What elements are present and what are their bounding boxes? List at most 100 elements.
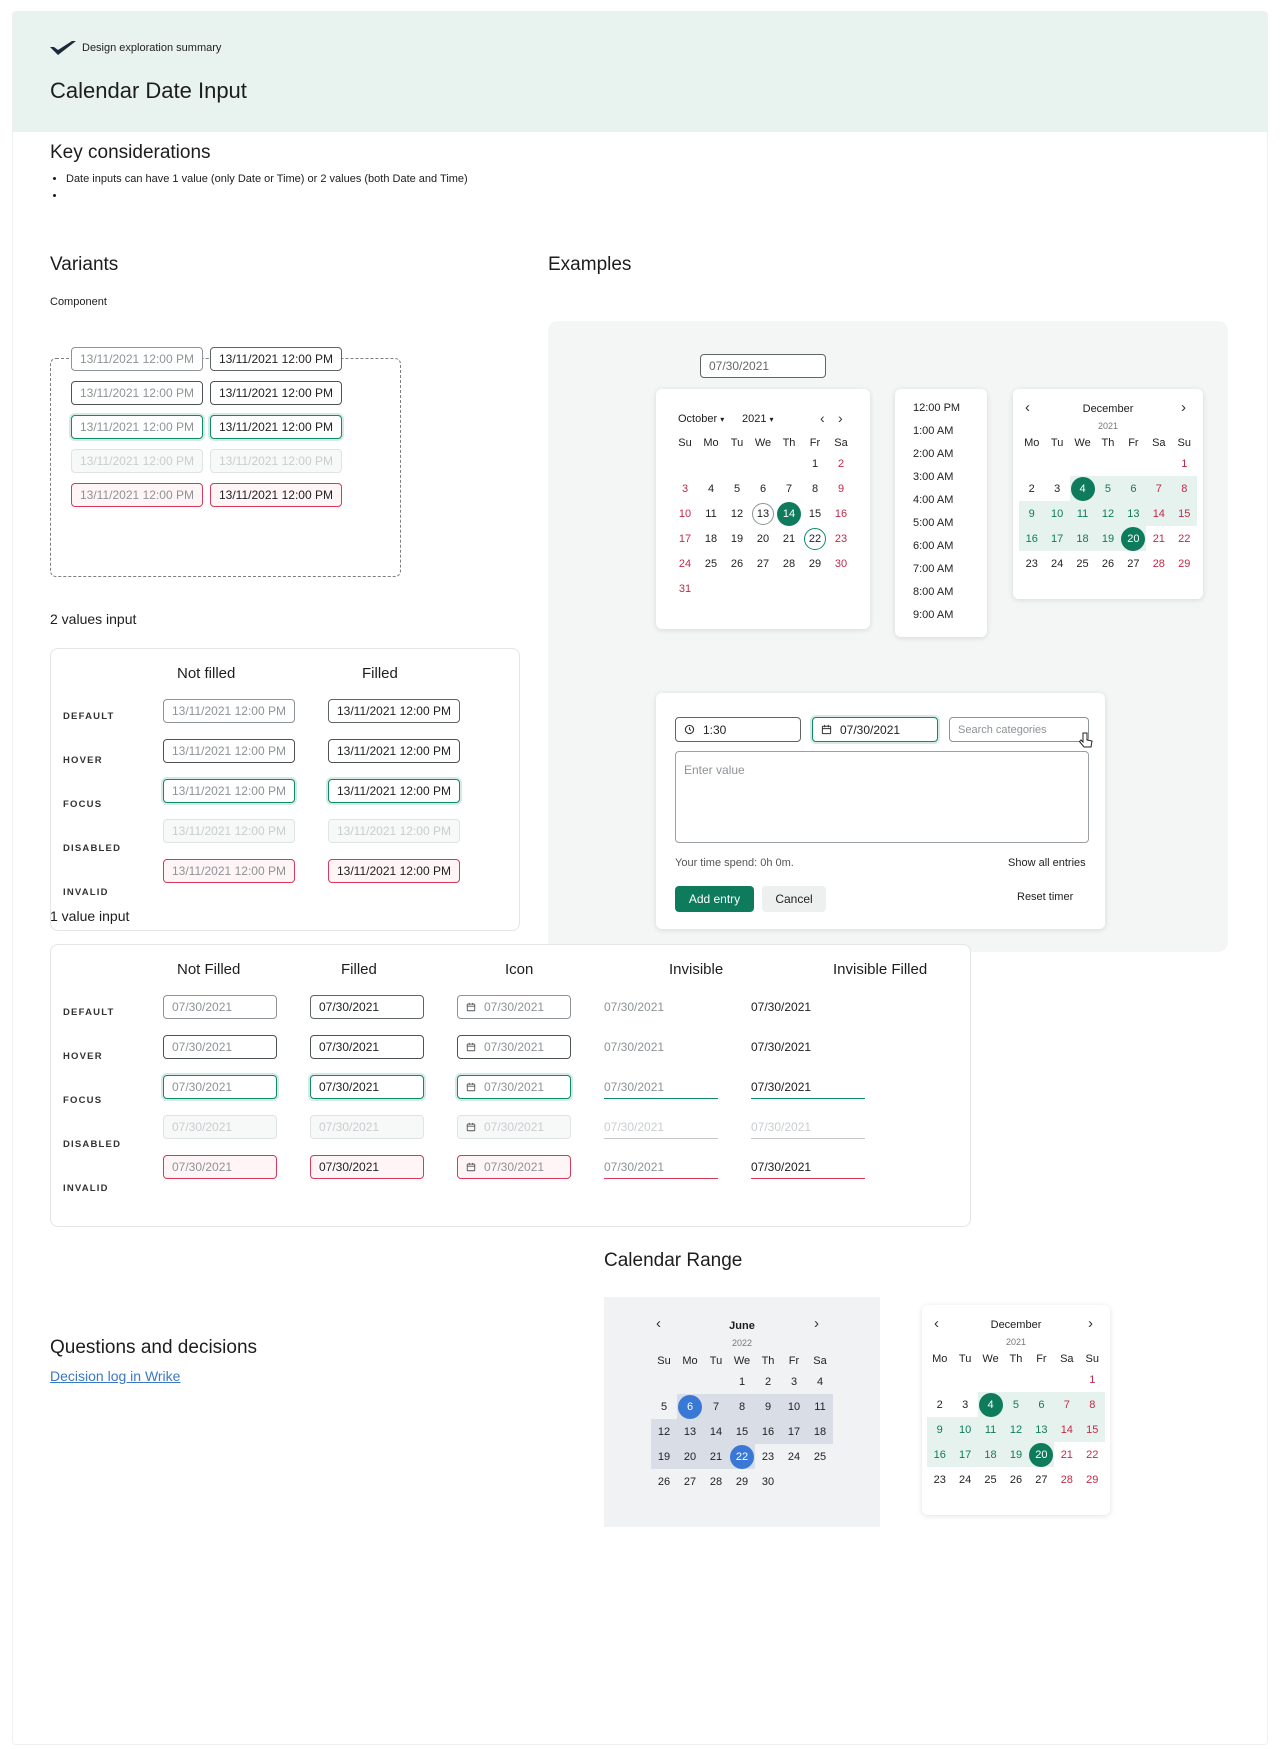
day-cell[interactable]: 16: [828, 501, 854, 526]
day-cell[interactable]: 2: [755, 1369, 781, 1394]
date-time-input[interactable]: 13/11/2021 12:00 PM: [163, 779, 295, 803]
date-input-with-icon[interactable]: 07/30/2021: [457, 1155, 571, 1179]
day-cell[interactable]: 6: [750, 476, 776, 501]
day-cell[interactable]: 17: [1044, 526, 1070, 551]
day-cell[interactable]: 23: [927, 1467, 952, 1492]
date-input[interactable]: 07/30/2021: [163, 995, 277, 1019]
day-cell[interactable]: 9: [828, 476, 854, 501]
day-cell[interactable]: 8: [1171, 476, 1197, 501]
day-cell[interactable]: 1: [729, 1369, 755, 1394]
date-time-input[interactable]: 13/11/2021 12:00 PM: [328, 739, 460, 763]
show-all-entries-link[interactable]: Show all entries: [1008, 857, 1086, 869]
day-cell[interactable]: 3: [1044, 476, 1069, 501]
date-input-example[interactable]: 07/30/2021: [700, 354, 826, 378]
day-cell[interactable]: 6: [1120, 476, 1147, 501]
date-input[interactable]: 07/30/2021: [163, 1035, 277, 1059]
date-time-input[interactable]: 13/11/2021 12:00 PM: [328, 859, 460, 883]
date-input-with-icon[interactable]: 07/30/2021: [457, 995, 571, 1019]
day-cell[interactable]: 25: [698, 551, 724, 576]
category-search-input[interactable]: Search categories: [949, 717, 1089, 742]
decision-log-link[interactable]: Decision log in Wrike: [50, 1368, 180, 1384]
day-cell[interactable]: 18: [977, 1442, 1004, 1467]
day-cell[interactable]: 19: [651, 1444, 677, 1469]
day-cell[interactable]: 20: [1028, 1442, 1055, 1467]
day-cell[interactable]: 26: [724, 551, 750, 576]
day-cell[interactable]: 12: [651, 1419, 677, 1444]
day-cell[interactable]: 13: [677, 1419, 703, 1444]
day-cell[interactable]: 20: [750, 526, 776, 551]
date-time-input[interactable]: 13/11/2021 12:00 PM: [71, 381, 203, 405]
day-cell[interactable]: 23: [828, 526, 854, 551]
date-time-input[interactable]: 13/11/2021 12:00 PM: [210, 347, 342, 371]
invisible-date-input[interactable]: 07/30/2021: [604, 1075, 718, 1099]
day-cell[interactable]: 27: [750, 551, 776, 576]
time-option[interactable]: 7:00 AM: [895, 558, 987, 581]
day-cell[interactable]: 28: [1054, 1467, 1079, 1492]
day-cell[interactable]: 30: [828, 551, 854, 576]
date-time-input[interactable]: 13/11/2021 12:00 PM: [71, 415, 203, 439]
duration-input[interactable]: 1:30: [675, 717, 801, 742]
day-cell[interactable]: 28: [703, 1469, 729, 1494]
time-option[interactable]: 8:00 AM: [895, 581, 987, 604]
date-time-input[interactable]: 13/11/2021 12:00 PM: [71, 483, 203, 507]
day-cell[interactable]: 1: [1172, 451, 1197, 476]
day-cell[interactable]: 7: [1054, 1392, 1080, 1417]
date-time-input[interactable]: 13/11/2021 12:00 PM: [163, 739, 295, 763]
value-textarea[interactable]: Enter value: [675, 751, 1089, 843]
day-cell[interactable]: 27: [1121, 551, 1146, 576]
time-option[interactable]: 12:00 PM: [895, 397, 987, 420]
invisible-date-input[interactable]: 07/30/2021: [751, 1155, 865, 1179]
day-cell[interactable]: 17: [781, 1419, 807, 1444]
date-time-input[interactable]: 13/11/2021 12:00 PM: [163, 859, 295, 883]
day-cell[interactable]: 16: [755, 1419, 781, 1444]
day-cell[interactable]: 2: [927, 1392, 952, 1417]
date-input[interactable]: 07/30/2021: [163, 1155, 277, 1179]
day-cell[interactable]: 15: [1171, 501, 1197, 526]
day-cell[interactable]: 28: [1146, 551, 1171, 576]
day-cell[interactable]: 6: [1028, 1392, 1055, 1417]
invisible-date-input[interactable]: 07/30/2021: [751, 995, 865, 1019]
cancel-button[interactable]: Cancel: [762, 886, 826, 912]
add-entry-button[interactable]: Add entry: [675, 886, 754, 912]
next-month-icon[interactable]: ›: [838, 410, 843, 426]
day-cell[interactable]: 10: [672, 501, 698, 526]
date-time-input[interactable]: 13/11/2021 12:00 PM: [210, 483, 342, 507]
day-cell[interactable]: 7: [1146, 476, 1172, 501]
day-cell[interactable]: 28: [776, 551, 802, 576]
day-cell[interactable]: 25: [978, 1467, 1003, 1492]
invisible-date-input[interactable]: 07/30/2021: [604, 1035, 718, 1059]
day-cell[interactable]: 23: [1019, 551, 1044, 576]
day-cell[interactable]: 9: [1019, 501, 1045, 526]
day-cell[interactable]: 21: [703, 1444, 729, 1469]
day-cell[interactable]: 17: [952, 1442, 978, 1467]
day-cell[interactable]: 19: [1003, 1442, 1029, 1467]
day-cell[interactable]: 14: [703, 1419, 729, 1444]
day-cell[interactable]: 22: [729, 1444, 755, 1469]
day-cell[interactable]: 29: [729, 1469, 755, 1494]
day-cell[interactable]: 10: [952, 1417, 978, 1442]
day-cell[interactable]: 14: [776, 501, 802, 526]
day-cell[interactable]: 22: [802, 526, 828, 551]
date-time-input[interactable]: 13/11/2021 12:00 PM: [328, 699, 460, 723]
day-cell[interactable]: 16: [927, 1442, 953, 1467]
date-input[interactable]: 07/30/2021: [310, 1035, 424, 1059]
day-cell[interactable]: 27: [677, 1469, 703, 1494]
day-cell[interactable]: 12: [1095, 501, 1121, 526]
date-input[interactable]: 07/30/2021: [163, 1075, 277, 1099]
day-cell[interactable]: 21: [1146, 526, 1171, 551]
invisible-date-input[interactable]: 07/30/2021: [751, 1035, 865, 1059]
day-cell[interactable]: 17: [672, 526, 698, 551]
day-cell[interactable]: 29: [802, 551, 828, 576]
day-cell[interactable]: 2: [828, 451, 854, 476]
day-cell[interactable]: 24: [952, 1467, 977, 1492]
day-cell[interactable]: 4: [807, 1369, 833, 1394]
day-cell[interactable]: 12: [1003, 1417, 1029, 1442]
day-cell[interactable]: 9: [755, 1394, 781, 1419]
day-cell[interactable]: 14: [1146, 501, 1172, 526]
day-cell[interactable]: 29: [1080, 1467, 1105, 1492]
day-cell[interactable]: 30: [755, 1469, 781, 1494]
day-cell[interactable]: 23: [755, 1444, 781, 1469]
day-cell[interactable]: 11: [977, 1417, 1004, 1442]
day-cell[interactable]: 5: [1003, 1392, 1029, 1417]
date-time-input[interactable]: 13/11/2021 12:00 PM: [210, 381, 342, 405]
